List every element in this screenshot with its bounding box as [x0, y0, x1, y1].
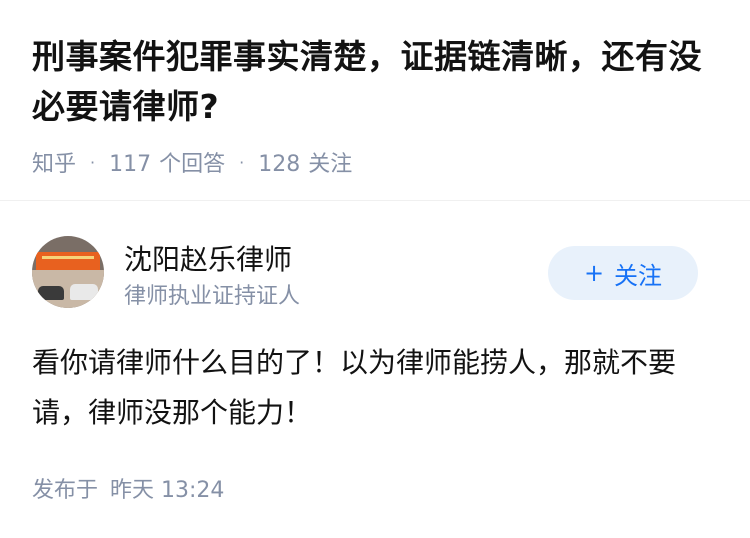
- answers-count: 117: [109, 152, 152, 177]
- avatar[interactable]: [32, 236, 104, 308]
- followers-count: 128: [258, 152, 301, 177]
- question-title[interactable]: 刑事案件犯罪事实清楚，证据链清晰，还有没必要请律师?: [32, 32, 722, 132]
- plus-icon: +: [583, 259, 605, 287]
- author-info: 沈阳赵乐律师 律师执业证持证人 + 关注: [32, 236, 718, 309]
- question-header: 刑事案件犯罪事实清楚，证据链清晰，还有没必要请律师? 知乎 · 117 个回答 ·…: [32, 32, 722, 178]
- follow-button-label: 关注: [614, 261, 663, 290]
- avatar-sign: [36, 252, 100, 270]
- answer-content[interactable]: 看你请律师什么目的了！以为律师能捞人，那就不要请，律师没那个能力！: [32, 338, 712, 438]
- publish-info: 发布于 昨天 13:24: [32, 472, 718, 504]
- avatar-car: [38, 286, 64, 300]
- answers-count-link[interactable]: 117 个回答: [109, 146, 225, 178]
- answers-label: 个回答: [159, 152, 226, 177]
- answer-card: 沈阳赵乐律师 律师执业证持证人 + 关注 看你请律师什么目的了！以为律师能捞人，…: [32, 236, 718, 504]
- question-meta: 知乎 · 117 个回答 · 128 关注: [32, 146, 722, 178]
- separator-dot: ·: [239, 152, 245, 172]
- publish-time: 昨天 13:24: [110, 478, 225, 503]
- avatar-sign-text: [42, 256, 94, 259]
- section-divider: [0, 200, 750, 201]
- publish-label: 发布于: [32, 478, 99, 503]
- avatar-car: [70, 284, 98, 300]
- author-badge: 律师执业证持证人: [124, 284, 301, 309]
- followers-label: 关注: [308, 152, 353, 177]
- followers-count-link: 128 关注: [258, 146, 352, 178]
- source-label[interactable]: 知乎: [32, 146, 76, 178]
- follow-button[interactable]: + 关注: [548, 246, 698, 300]
- separator-dot: ·: [90, 152, 96, 172]
- author-name[interactable]: 沈阳赵乐律师: [124, 238, 292, 278]
